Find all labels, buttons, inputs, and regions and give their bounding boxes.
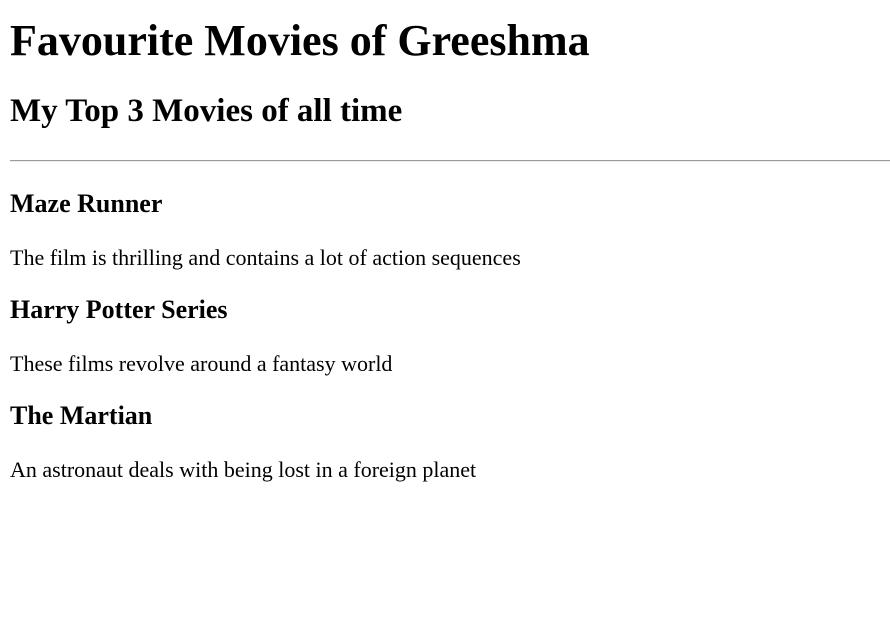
movie-title: Maze Runner [10, 189, 163, 218]
movie-item: Maze Runner The film is thrilling and co… [10, 189, 890, 271]
movie-description: The film is thrilling and contains a lot… [10, 245, 521, 270]
movie-title: The Martian [10, 401, 153, 430]
movie-item: Harry Potter Series These films revolve … [10, 295, 890, 377]
movie-description: An astronaut deals with being lost in a … [10, 457, 477, 482]
page-subtitle: My Top 3 Movies of all time [10, 93, 403, 129]
page-title: Favourite Movies of Greeshma [10, 16, 590, 65]
divider [10, 160, 890, 162]
movie-description: These films revolve around a fantasy wor… [10, 351, 393, 376]
movie-title: Harry Potter Series [10, 295, 228, 324]
movie-list: Maze Runner The film is thrilling and co… [10, 189, 890, 483]
movie-item: The Martian An astronaut deals with bein… [10, 401, 890, 483]
